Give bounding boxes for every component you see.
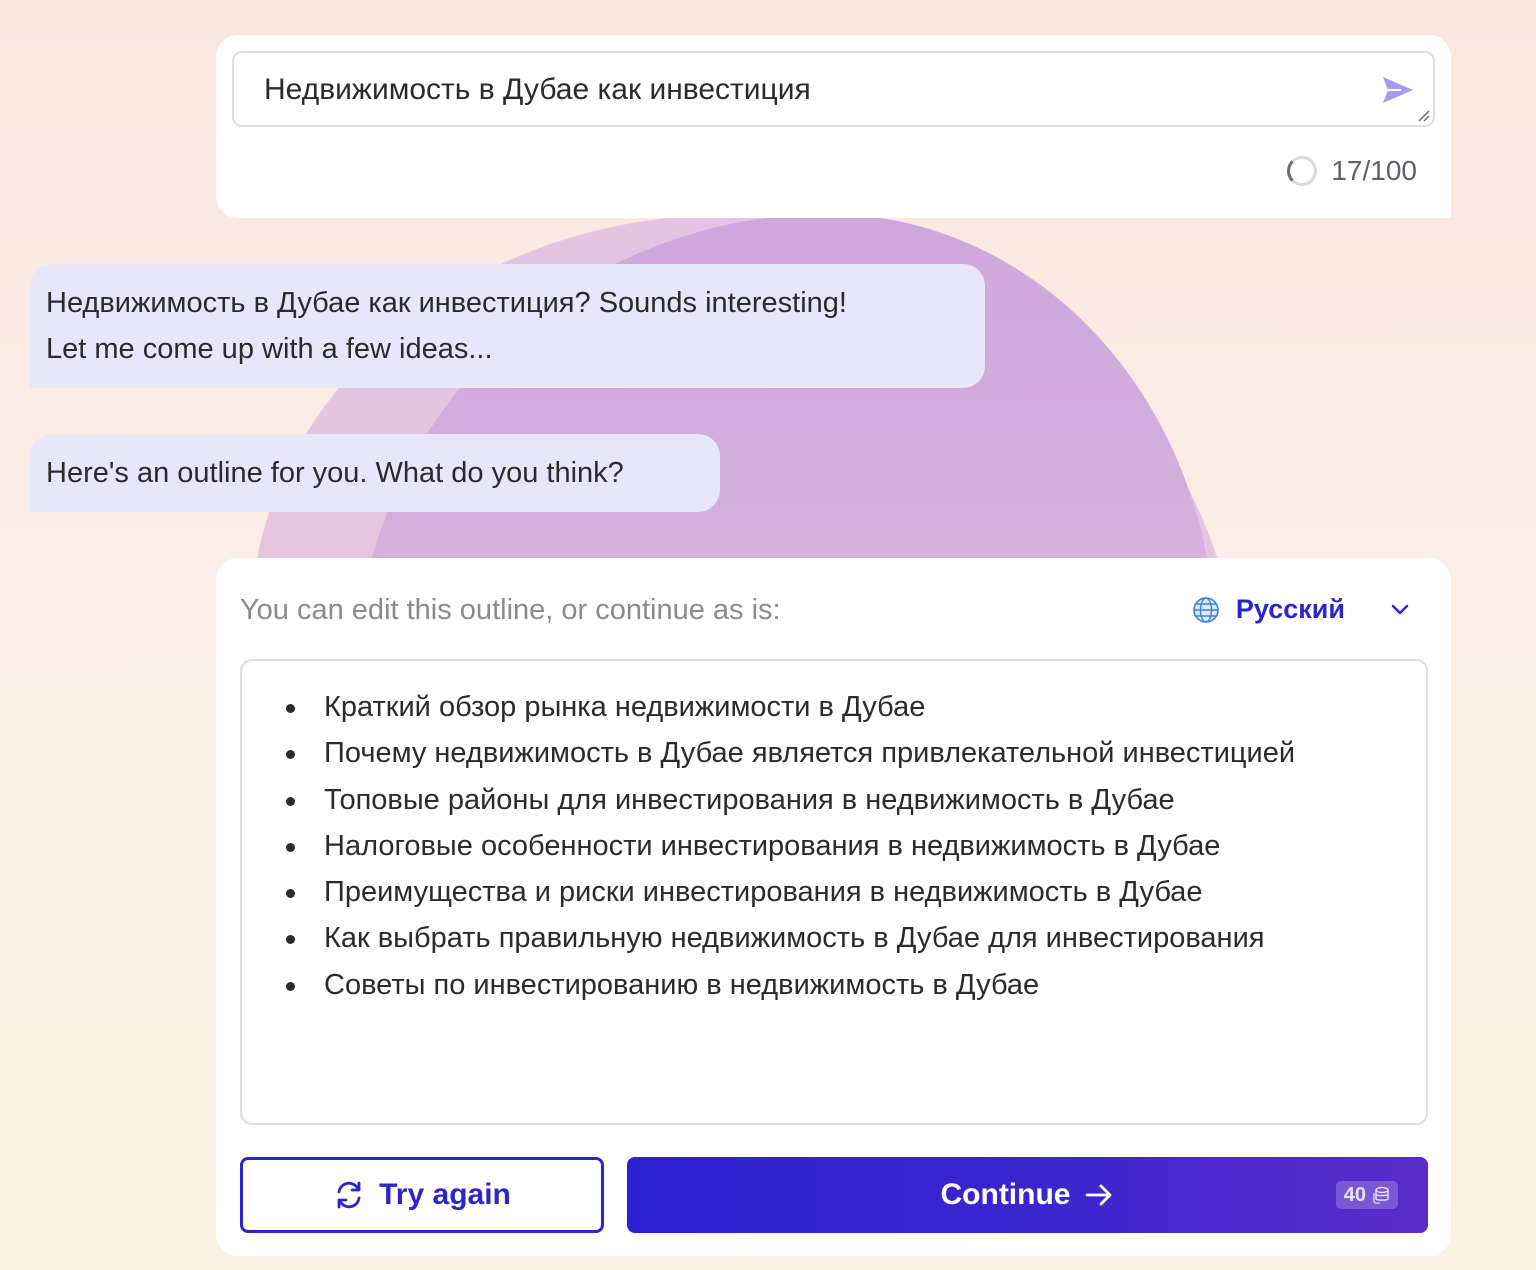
language-select[interactable]: Русский (1192, 594, 1411, 625)
assistant-message: Here's an outline for you. What do you t… (30, 434, 720, 512)
outline-editor[interactable]: Краткий обзор рынка недвижимости в Дубае… (240, 659, 1428, 1125)
prompt-card: Недвижимость в Дубае как инвестиция 17/1… (216, 35, 1451, 218)
globe-icon (1193, 596, 1219, 623)
outline-item[interactable]: Почему недвижимость в Дубае является при… (282, 730, 1386, 776)
progress-ring-icon (1287, 156, 1318, 186)
outline-item[interactable]: Краткий обзор рынка недвижимости в Дубае (282, 684, 1386, 730)
message-line: Let me come up with a few ideas... (46, 333, 493, 365)
topic-input[interactable]: Недвижимость в Дубае как инвестиция (232, 51, 1435, 127)
credit-cost-badge: 40 (1335, 1181, 1398, 1209)
outline-card: You can edit this outline, or continue a… (216, 558, 1451, 1256)
topic-input-value: Недвижимость в Дубае как инвестиция (264, 73, 811, 106)
outline-item[interactable]: Налоговые особенности инвестирования в н… (282, 823, 1386, 869)
send-icon[interactable] (1381, 75, 1415, 105)
resize-handle-icon[interactable] (1416, 108, 1430, 122)
language-label: Русский (1235, 594, 1345, 624)
character-counter: 17/100 (1287, 155, 1417, 187)
outline-instructions: You can edit this outline, or continue a… (240, 594, 781, 626)
coins-icon (1373, 1186, 1389, 1204)
chevron-down-icon (1391, 604, 1409, 614)
continue-button[interactable]: Continue 40 (627, 1157, 1428, 1233)
try-again-label: Try again (379, 1178, 511, 1211)
counter-text: 17/100 (1331, 155, 1417, 186)
refresh-icon (337, 1181, 361, 1209)
outline-item[interactable]: Преимущества и риски инвестирования в не… (282, 869, 1386, 915)
outline-item[interactable]: Советы по инвестированию в недвижимость … (282, 962, 1386, 1008)
try-again-button[interactable]: Try again (240, 1157, 604, 1233)
assistant-message: Недвижимость в Дубае как инвестиция? Sou… (30, 264, 985, 388)
arrow-right-icon (1086, 1184, 1112, 1206)
outline-item[interactable]: Как выбрать правильную недвижимость в Ду… (282, 915, 1386, 961)
message-line: Here's an outline for you. What do you t… (46, 457, 624, 489)
credit-cost: 40 (1343, 1183, 1366, 1206)
outline-list: Краткий обзор рынка недвижимости в Дубае… (282, 684, 1386, 1008)
message-line: Недвижимость в Дубае как инвестиция? Sou… (46, 287, 847, 319)
continue-label: Continue (940, 1178, 1071, 1211)
outline-item[interactable]: Топовые районы для инвестирования в недв… (282, 777, 1386, 823)
